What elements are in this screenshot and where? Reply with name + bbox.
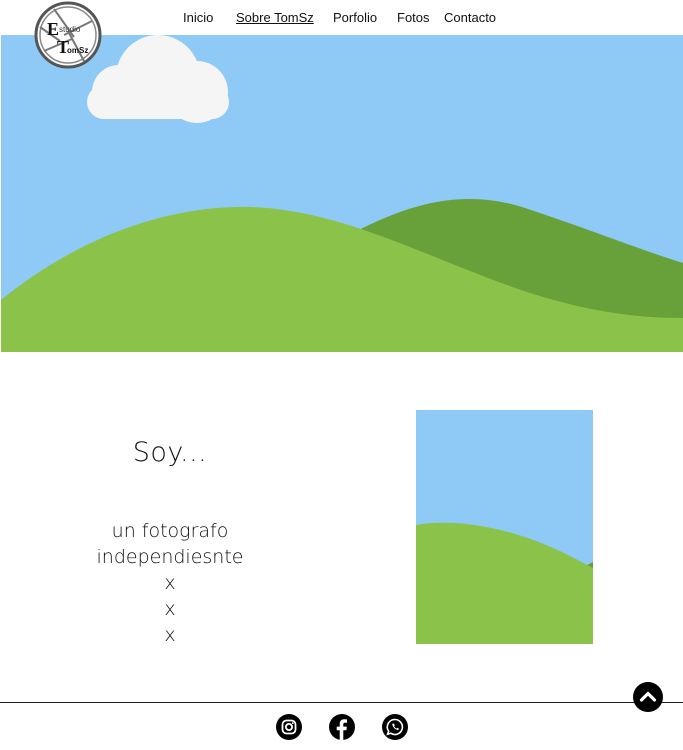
- nav-item-sobre-tomsz[interactable]: Sobre TomSz: [236, 10, 314, 25]
- site-header: Inicio Sobre TomSz Porfolio Fotos Contac…: [0, 0, 683, 35]
- instagram-icon[interactable]: [276, 714, 302, 740]
- about-heading: Soy...: [132, 437, 208, 468]
- estudio-tomsz-logo[interactable]: E studio T omSz: [34, 1, 102, 69]
- back-to-top-button[interactable]: [633, 682, 663, 712]
- about-line: x: [164, 598, 176, 620]
- about-line: x: [164, 624, 176, 646]
- about-line: un fotografo: [111, 520, 229, 542]
- facebook-icon[interactable]: [329, 714, 355, 740]
- logo-text-omsz: omSz: [67, 46, 88, 55]
- chevron-up-icon: [639, 691, 657, 702]
- nav-item-contacto[interactable]: Contacto: [444, 10, 496, 25]
- footer-divider: [0, 702, 683, 703]
- about-line: x: [164, 572, 176, 594]
- hero-image: [1, 35, 683, 352]
- logo-letter-e: E: [47, 19, 59, 39]
- whatsapp-icon[interactable]: [382, 714, 408, 740]
- nav-item-inicio[interactable]: Inicio: [183, 10, 213, 25]
- about-description: un fotografo independiesnte x x x: [70, 518, 270, 648]
- nav-item-fotos[interactable]: Fotos: [397, 10, 430, 25]
- nav-item-porfolio[interactable]: Porfolio: [333, 10, 377, 25]
- logo-text-studio: studio: [59, 25, 81, 34]
- about-line: independiesnte: [96, 546, 244, 568]
- portrait-image: [416, 410, 593, 644]
